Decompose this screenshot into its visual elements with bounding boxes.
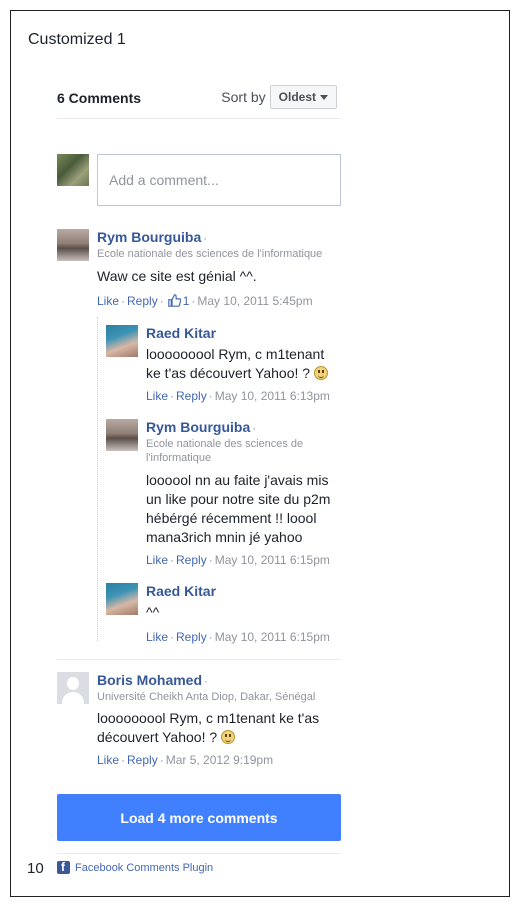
comment-text: looooooool Rym, c m1tenant ke t'as décou… xyxy=(146,346,325,381)
comment-affiliation: Ecole nationale des sciences de l'inform… xyxy=(146,438,304,464)
comments-plugin: 6 Comments Sort by Oldest Add a comment.… xyxy=(57,83,341,874)
comment-timestamp[interactable]: May 10, 2011 6:13pm xyxy=(215,389,330,403)
reply-link[interactable]: Reply xyxy=(176,389,207,403)
comment-author[interactable]: Raed Kitar xyxy=(146,583,341,599)
divider xyxy=(57,853,341,854)
smiley-icon xyxy=(221,730,236,744)
comment-timestamp[interactable]: May 10, 2011 6:15pm xyxy=(215,630,330,644)
avatar xyxy=(57,154,89,186)
like-thumb-icon xyxy=(167,294,181,310)
avatar[interactable] xyxy=(106,419,138,451)
comments-header: 6 Comments Sort by Oldest xyxy=(57,83,341,119)
comment-affiliation: Ecole nationale des sciences de l'inform… xyxy=(97,248,323,260)
avatar[interactable] xyxy=(106,325,138,357)
reply-link[interactable]: Reply xyxy=(127,753,158,767)
avatar[interactable] xyxy=(57,672,89,704)
comment-author[interactable]: Rym Bourguiba xyxy=(97,229,201,245)
sort-dropdown[interactable]: Oldest xyxy=(269,85,337,109)
divider xyxy=(57,659,341,660)
page-frame: Customized 1 6 Comments Sort by Oldest A… xyxy=(10,10,510,897)
comment-count: 6 Comments xyxy=(57,90,142,106)
load-more-button[interactable]: Load 4 more comments xyxy=(57,794,341,841)
facebook-plugin-link[interactable]: Facebook Comments Plugin xyxy=(75,862,213,874)
like-link[interactable]: Like xyxy=(146,389,168,403)
comment-timestamp[interactable]: May 10, 2011 5:45pm xyxy=(197,294,312,308)
facebook-icon xyxy=(57,861,70,874)
reply-thread-line xyxy=(97,317,98,641)
reply-link[interactable]: Reply xyxy=(127,294,158,308)
like-link[interactable]: Like xyxy=(97,753,119,767)
like-link[interactable]: Like xyxy=(97,294,119,308)
plugin-footer: Facebook Comments Plugin xyxy=(57,861,213,874)
comment-composer: Add a comment... xyxy=(57,154,341,206)
comment-author[interactable]: Boris Mohamed xyxy=(97,672,202,688)
sort-label: Sort by xyxy=(221,89,266,105)
comment-affiliation: Université Cheikh Anta Diop, Dakar, Séné… xyxy=(97,691,316,703)
like-link[interactable]: Like xyxy=(146,630,168,644)
reply-link[interactable]: Reply xyxy=(176,630,207,644)
like-count[interactable]: 1 xyxy=(183,294,190,308)
page-number: 10 xyxy=(27,860,44,877)
avatar[interactable] xyxy=(106,583,138,615)
comment-timestamp[interactable]: May 10, 2011 6:15pm xyxy=(215,553,330,567)
smiley-icon xyxy=(313,366,328,380)
reply-link[interactable]: Reply xyxy=(176,553,207,567)
comment-text: ^^ xyxy=(146,604,160,620)
comment-text: looooooool Rym, c m1tenant ke t'as décou… xyxy=(97,710,320,745)
comment-author[interactable]: Raed Kitar xyxy=(146,325,341,341)
sort-value: Oldest xyxy=(278,90,316,104)
comment-text: Waw ce site est génial ^^. xyxy=(97,268,257,284)
comment-text: loooool nn au faite j'avais mis un like … xyxy=(146,472,331,545)
like-link[interactable]: Like xyxy=(146,553,168,567)
comment-timestamp[interactable]: Mar 5, 2012 9:19pm xyxy=(166,753,273,767)
page-title: Customized 1 xyxy=(28,31,126,48)
avatar[interactable] xyxy=(57,229,89,261)
sort-control: Sort by Oldest xyxy=(221,85,337,109)
comment-input[interactable]: Add a comment... xyxy=(97,154,341,206)
comment-author[interactable]: Rym Bourguiba xyxy=(146,419,250,435)
chevron-down-icon xyxy=(320,94,328,100)
